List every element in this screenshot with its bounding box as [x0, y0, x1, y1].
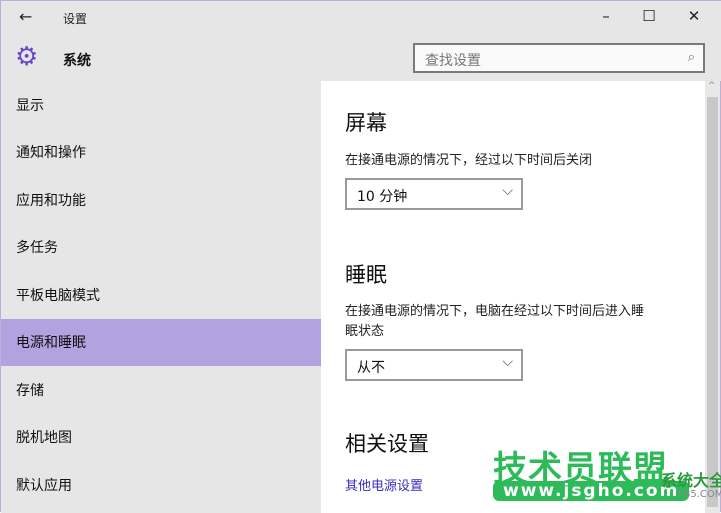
- sidebar-item-apps[interactable]: 应用和功能: [1, 176, 321, 224]
- sidebar-item-display[interactable]: 显示: [1, 81, 321, 129]
- screen-description: 在接通电源的情况下，经过以下时间后关闭: [345, 153, 593, 168]
- sidebar-item-notifications[interactable]: 通知和操作: [1, 129, 321, 177]
- search-placeholder: 查找设置: [425, 53, 481, 69]
- screen-timeout-value: 10 分钟: [357, 189, 408, 205]
- sidebar-item-power-sleep[interactable]: 电源和睡眠: [1, 318, 321, 366]
- header: ⚙ 系统 查找设置 ⌕: [1, 35, 721, 81]
- sidebar-item-offline-maps[interactable]: 脱机地图: [1, 414, 321, 462]
- sidebar-item-multitasking[interactable]: 多任务: [1, 224, 321, 272]
- back-button[interactable]: ←: [19, 7, 32, 26]
- scrollbar-thumb[interactable]: [707, 97, 718, 507]
- close-button[interactable]: ✕: [679, 7, 709, 25]
- minimize-button[interactable]: –: [591, 7, 621, 25]
- window-title: 设置: [63, 12, 88, 26]
- scrollbar[interactable]: ^: [705, 81, 720, 513]
- screen-timeout-dropdown[interactable]: 10 分钟 ⌵: [345, 178, 523, 210]
- scroll-up-icon[interactable]: ^: [708, 81, 716, 91]
- additional-power-settings-link[interactable]: 其他电源设置: [345, 475, 423, 494]
- sidebar-item-storage[interactable]: 存储: [1, 366, 321, 414]
- gear-icon: ⚙: [15, 42, 39, 72]
- search-icon[interactable]: ⌕: [688, 50, 695, 65]
- search-input[interactable]: 查找设置 ⌕: [413, 43, 705, 73]
- chevron-down-icon: ⌵: [502, 354, 513, 370]
- sidebar-item-default-apps[interactable]: 默认应用: [1, 461, 321, 509]
- sleep-timeout-dropdown[interactable]: 从不 ⌵: [345, 349, 523, 381]
- sidebar: 显示 通知和操作 应用和功能 多任务 平板电脑模式 电源和睡眠 存储 脱机地图 …: [1, 81, 321, 513]
- sleep-timeout-value: 从不: [357, 360, 385, 376]
- maximize-button[interactable]: ☐: [634, 7, 664, 25]
- related-settings-heading: 相关设置: [345, 432, 429, 456]
- sleep-description: 在接通电源的情况下，电脑在经过以下时间后进入睡眠状态: [345, 304, 645, 339]
- page-title: 系统: [63, 53, 91, 69]
- screen-heading: 屏幕: [345, 111, 387, 135]
- title-bar: ← 设置 – ☐ ✕: [1, 1, 721, 35]
- content-pane: 屏幕 在接通电源的情况下，经过以下时间后关闭 10 分钟 ⌵ 睡眠 在接通电源的…: [321, 81, 705, 513]
- chevron-down-icon: ⌵: [502, 183, 513, 199]
- sleep-heading: 睡眠: [345, 263, 387, 287]
- sidebar-item-tablet-mode[interactable]: 平板电脑模式: [1, 271, 321, 319]
